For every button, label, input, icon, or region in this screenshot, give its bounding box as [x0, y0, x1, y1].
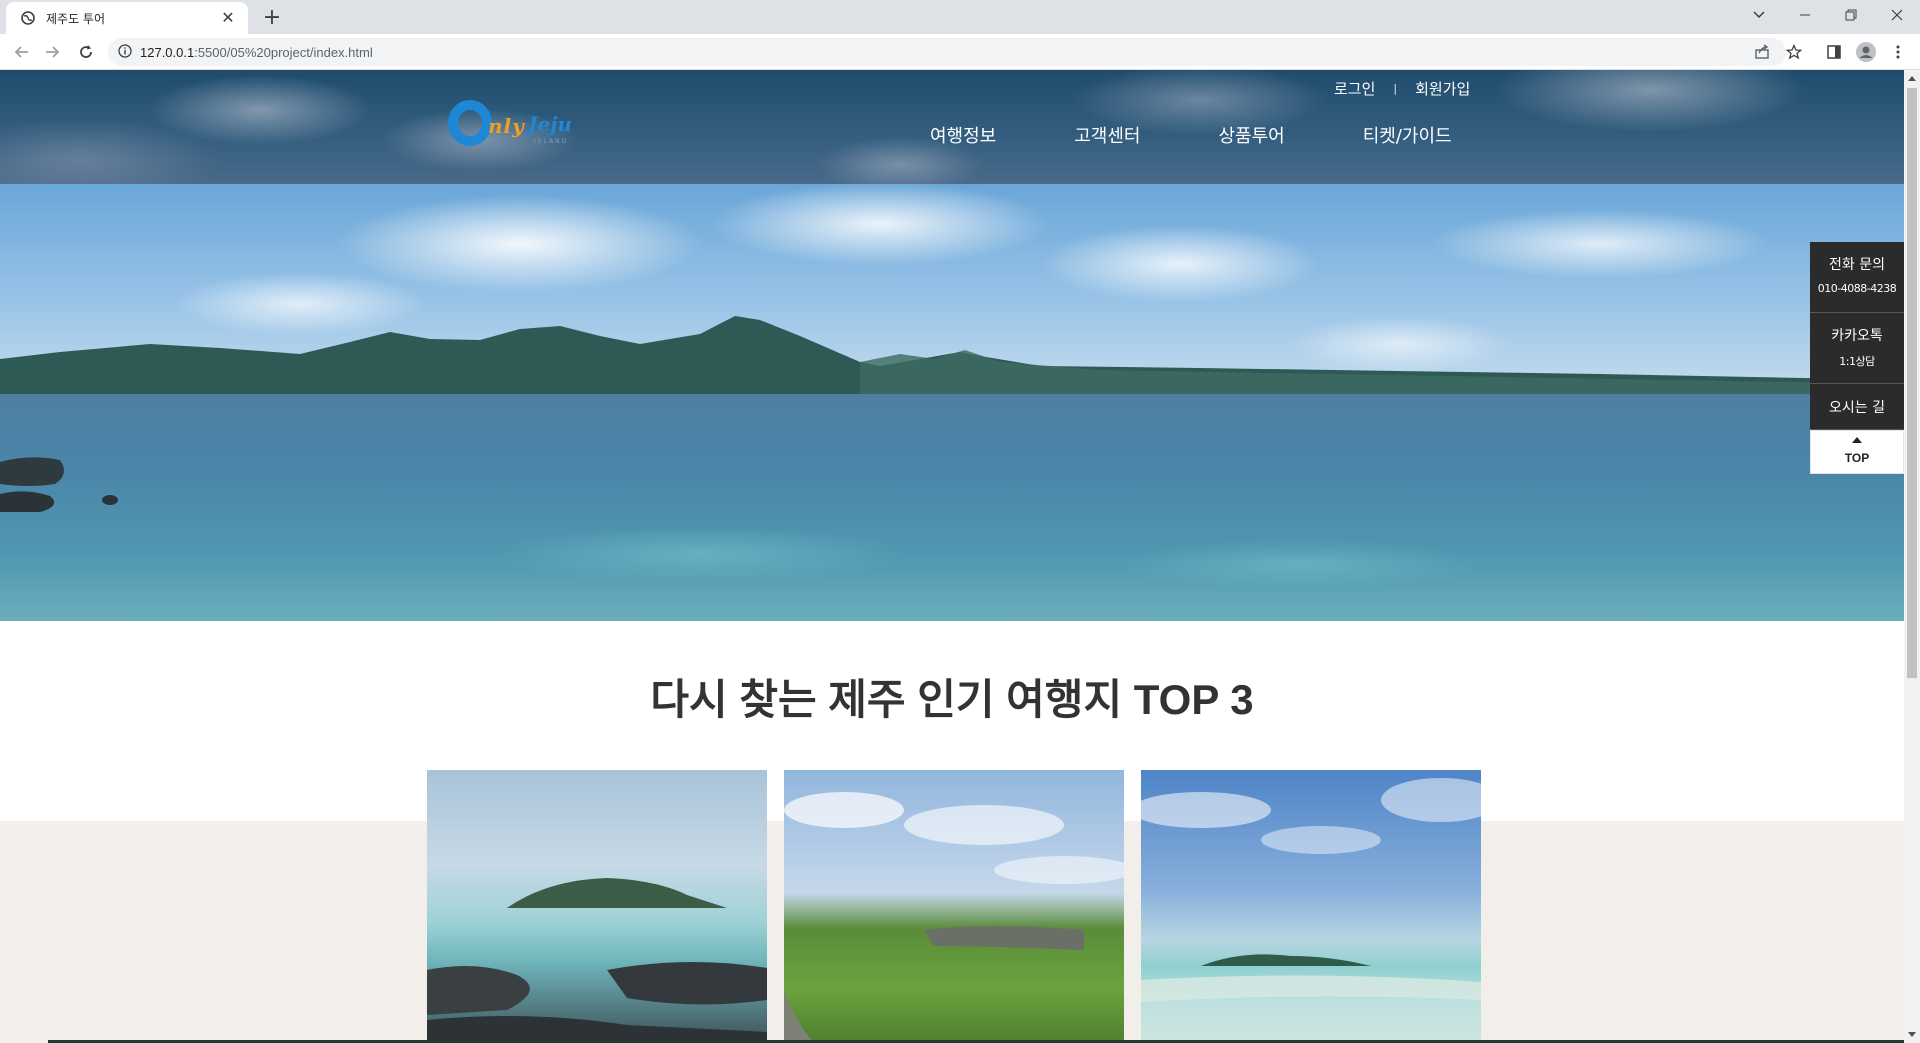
nav-item-customer-center[interactable]: 고객센터: [1074, 122, 1140, 148]
browser-tabstrip: 제주도 투어 ✕ +: [0, 0, 1920, 34]
card-photo-field: [784, 792, 1124, 1043]
scroll-down-arrow-icon[interactable]: [1908, 1032, 1916, 1037]
scroll-top-button[interactable]: TOP: [1810, 430, 1904, 474]
logo-o-mark: [448, 100, 492, 146]
card-photo-coast: [427, 878, 767, 1043]
page-scrollbar[interactable]: [1904, 70, 1920, 1043]
utility-links: 로그인 | 회원가입: [1334, 78, 1470, 99]
minimize-icon[interactable]: [1782, 0, 1828, 30]
main-nav: 여행정보 고객센터 상품투어 티켓/가이드: [930, 122, 1452, 148]
quick-kakao[interactable]: 카카오톡 1:1상담: [1810, 313, 1904, 384]
browser-tab[interactable]: 제주도 투어 ✕: [6, 2, 248, 34]
close-tab-icon[interactable]: ✕: [218, 8, 238, 28]
quick-directions-label: 오시는 길: [1829, 400, 1885, 416]
scroll-thumb[interactable]: [1907, 88, 1917, 678]
bookmark-star-icon[interactable]: [1780, 38, 1808, 66]
browser-menu-icon[interactable]: [1884, 38, 1912, 66]
util-separator: |: [1393, 82, 1398, 95]
hero-slider: [0, 184, 1904, 621]
globe-icon: [20, 10, 36, 26]
scroll-top-label: TOP: [1844, 451, 1870, 465]
close-window-icon[interactable]: [1874, 0, 1920, 30]
quick-phone[interactable]: 전화 문의 010-4088-4238: [1810, 242, 1904, 313]
quick-phone-title: 전화 문의: [1829, 257, 1885, 273]
restore-icon[interactable]: [1828, 0, 1874, 30]
card-photo-beach: [1141, 778, 1481, 1002]
section-title: 다시 찾는 제주 인기 여행지 TOP 3: [650, 676, 1254, 723]
site-logo[interactable]: nly Jeju ISLAND: [448, 100, 580, 150]
forward-icon[interactable]: [38, 38, 66, 66]
hero-sea: [0, 394, 1904, 621]
page-viewport: nly Jeju ISLAND 로그인 | 회원가입 여행정보 고객센터 상품투…: [0, 70, 1904, 1043]
quick-menu: 전화 문의 010-4088-4238 카카오톡 1:1상담 오시는 길 TOP: [1810, 242, 1904, 474]
logo-jeju-mark: Jeju: [528, 112, 572, 136]
nav-item-product-tour[interactable]: 상품투어: [1219, 122, 1285, 148]
scroll-up-arrow-icon[interactable]: [1908, 76, 1916, 81]
reload-icon[interactable]: [72, 38, 100, 66]
destination-card[interactable]: [427, 770, 767, 1043]
destination-card[interactable]: [1141, 770, 1481, 1043]
nav-item-travel-info[interactable]: 여행정보: [930, 122, 996, 148]
info-icon[interactable]: [118, 43, 132, 62]
destination-card[interactable]: [784, 770, 1124, 1043]
side-panel-icon[interactable]: [1820, 38, 1848, 66]
url-text: 127.0.0.1:5500/05%20project/index.html: [140, 44, 373, 60]
browser-toolbar: 127.0.0.1:5500/05%20project/index.html: [0, 34, 1920, 70]
tab-search-icon[interactable]: [1736, 0, 1782, 30]
back-icon[interactable]: [8, 38, 36, 66]
quick-kakao-title: 카카오톡: [1831, 328, 1883, 344]
address-bar[interactable]: 127.0.0.1:5500/05%20project/index.html: [108, 38, 1786, 66]
new-tab-icon[interactable]: +: [258, 4, 286, 32]
quick-kakao-sub: 1:1상담: [1839, 355, 1875, 368]
logo-sub-mark: ISLAND: [534, 138, 569, 145]
arrow-up-icon: [1852, 437, 1862, 443]
logo-nly-mark: nly: [488, 114, 525, 138]
nav-item-ticket-guide[interactable]: 티켓/가이드: [1363, 122, 1452, 148]
quick-phone-number: 010-4088-4238: [1817, 282, 1897, 295]
hero-rocks: [0, 457, 118, 512]
signup-link[interactable]: 회원가입: [1415, 78, 1470, 99]
share-icon[interactable]: [1748, 38, 1776, 66]
profile-avatar-icon[interactable]: [1852, 38, 1880, 66]
login-link[interactable]: 로그인: [1334, 78, 1375, 99]
tab-title: 제주도 투어: [46, 11, 106, 26]
site-header: nly Jeju ISLAND 로그인 | 회원가입 여행정보 고객센터 상품투…: [0, 70, 1904, 184]
quick-directions[interactable]: 오시는 길: [1810, 384, 1904, 430]
